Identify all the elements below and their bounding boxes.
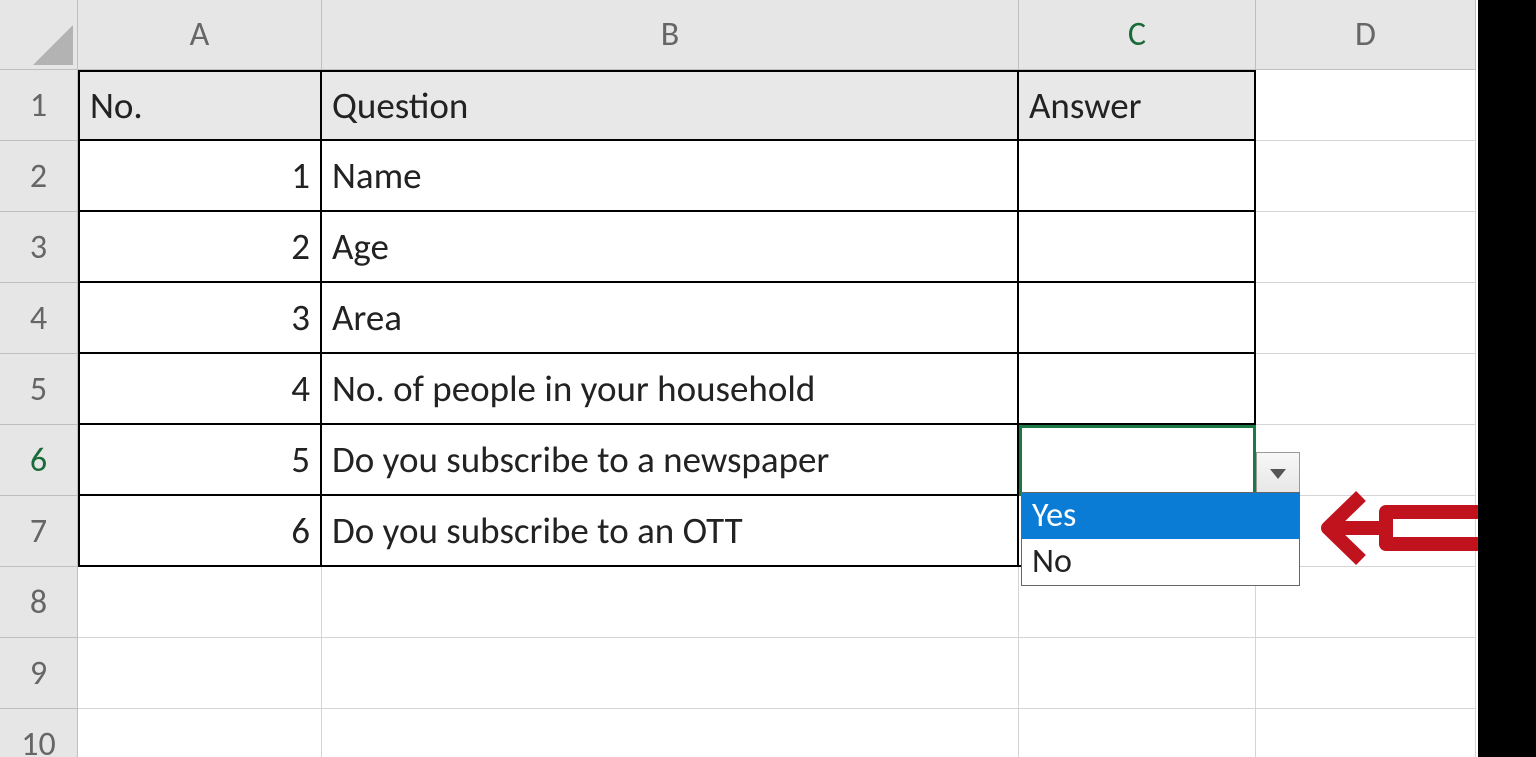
cell-B2[interactable]: Name [322, 141, 1019, 212]
cell-A6[interactable]: 5 [78, 425, 322, 496]
cell-B10[interactable] [322, 709, 1019, 757]
cell-C2[interactable] [1019, 141, 1256, 212]
cell-C10[interactable] [1019, 709, 1256, 757]
cell-A5[interactable]: 4 [78, 354, 322, 425]
cell-B5[interactable]: No. of people in your household [322, 354, 1019, 425]
row-header-10[interactable]: 10 [0, 709, 78, 757]
cell-A4[interactable]: 3 [78, 283, 322, 354]
spreadsheet: A B C D 1 2 3 4 5 6 7 8 9 10 No. Questio… [0, 0, 1536, 757]
cell-B8[interactable] [322, 567, 1019, 638]
cell-B6[interactable]: Do you subscribe to a newspaper [322, 425, 1019, 496]
cell-D5[interactable] [1256, 354, 1476, 425]
cell-A10[interactable] [78, 709, 322, 757]
cell-C3[interactable] [1019, 212, 1256, 283]
cell-D1[interactable] [1256, 70, 1476, 141]
row-header-3[interactable]: 3 [0, 212, 78, 283]
cell-A8[interactable] [78, 567, 322, 638]
cell-B7[interactable]: Do you subscribe to an OTT [322, 496, 1019, 567]
column-header-B[interactable]: B [322, 0, 1019, 70]
row-header-5[interactable]: 5 [0, 354, 78, 425]
cell-D2[interactable] [1256, 141, 1476, 212]
row-header-2[interactable]: 2 [0, 141, 78, 212]
cell-B1[interactable]: Question [322, 70, 1019, 141]
select-all-triangle-icon [25, 17, 73, 65]
column-header-C[interactable]: C [1019, 0, 1256, 70]
column-header-D[interactable]: D [1256, 0, 1476, 70]
cell-A1[interactable]: No. [78, 70, 322, 141]
right-black-bar [1478, 0, 1536, 757]
cell-A2[interactable]: 1 [78, 141, 322, 212]
cell-C6[interactable] [1019, 425, 1256, 496]
select-all-corner[interactable] [0, 0, 78, 70]
row-header-6[interactable]: 6 [0, 425, 78, 496]
cell-B9[interactable] [322, 638, 1019, 709]
cell-D10[interactable] [1256, 709, 1476, 757]
row-header-8[interactable]: 8 [0, 567, 78, 638]
cell-C5[interactable] [1019, 354, 1256, 425]
cell-B4[interactable]: Area [322, 283, 1019, 354]
cell-C4[interactable] [1019, 283, 1256, 354]
column-header-A[interactable]: A [78, 0, 322, 70]
dropdown-option-no[interactable]: No [1022, 539, 1299, 585]
row-header-1[interactable]: 1 [0, 70, 78, 141]
cell-C9[interactable] [1019, 638, 1256, 709]
data-validation-dropdown-button[interactable] [1256, 452, 1300, 496]
dropdown-option-yes[interactable]: Yes [1022, 493, 1299, 539]
cell-D9[interactable] [1256, 638, 1476, 709]
cell-D3[interactable] [1256, 212, 1476, 283]
cell-D4[interactable] [1256, 283, 1476, 354]
cell-B3[interactable]: Age [322, 212, 1019, 283]
cell-A3[interactable]: 2 [78, 212, 322, 283]
cell-A9[interactable] [78, 638, 322, 709]
row-header-9[interactable]: 9 [0, 638, 78, 709]
row-header-4[interactable]: 4 [0, 283, 78, 354]
chevron-down-icon [1270, 469, 1286, 479]
cell-A7[interactable]: 6 [78, 496, 322, 567]
cell-C1[interactable]: Answer [1019, 70, 1256, 141]
data-validation-dropdown-list: Yes No [1021, 492, 1300, 586]
row-header-7[interactable]: 7 [0, 496, 78, 567]
